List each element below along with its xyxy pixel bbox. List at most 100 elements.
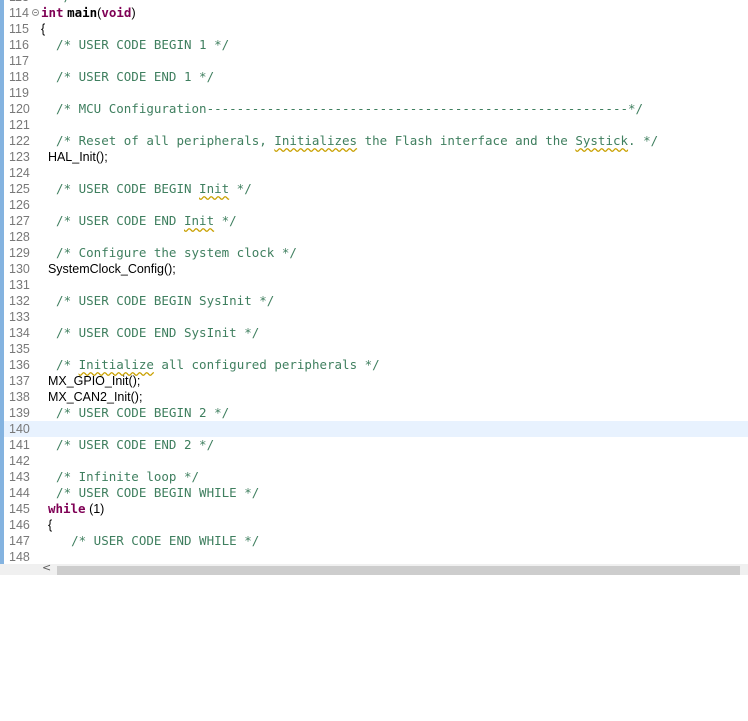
line-number: 119	[9, 86, 29, 100]
code-comment: all configured peripherals */	[153, 357, 380, 372]
code-line[interactable]: 114 int main(void)	[0, 5, 748, 21]
change-marker	[0, 421, 4, 437]
code-text: MX_CAN2_Init();	[41, 389, 142, 405]
code-line[interactable]: 117	[0, 53, 748, 69]
change-marker	[0, 5, 4, 21]
code-line[interactable]: 139 /* USER CODE BEGIN 2 */	[0, 405, 748, 421]
code-line[interactable]: 144 /* USER CODE BEGIN WHILE */	[0, 485, 748, 501]
code-line[interactable]: 120 /* MCU Configuration----------------…	[0, 101, 748, 117]
change-marker	[0, 357, 4, 373]
line-number: 134	[9, 326, 30, 340]
code-keyword: void	[101, 5, 132, 20]
code-line[interactable]: 134 /* USER CODE END SysInit */	[0, 325, 748, 341]
code-line[interactable]: 124	[0, 165, 748, 181]
code-line[interactable]: 126	[0, 197, 748, 213]
line-number: 124	[9, 166, 30, 180]
line-number: 116	[9, 38, 29, 52]
function-name: main	[67, 5, 98, 20]
code-comment: /* USER CODE BEGIN WHILE */	[41, 485, 260, 500]
code-comment: /* MCU Configuration--------------------…	[41, 101, 644, 116]
code-text: /* Reset of all peripherals, Initializes…	[41, 133, 658, 149]
chevron-left-icon[interactable]: <	[42, 561, 52, 575]
line-number: 147	[9, 534, 30, 548]
line-number: 127	[9, 214, 30, 228]
change-marker	[0, 517, 4, 533]
code-line[interactable]: 138 MX_CAN2_Init();	[0, 389, 748, 405]
code-token: (1)	[85, 502, 105, 516]
scrollbar-thumb[interactable]	[57, 566, 740, 575]
code-line[interactable]: 145 while (1)	[0, 501, 748, 517]
code-text: /* Infinite loop */	[41, 469, 199, 485]
change-marker	[0, 101, 4, 117]
code-line[interactable]: 143 /* Infinite loop */	[0, 469, 748, 485]
line-number: 146	[9, 518, 30, 532]
code-comment: /* USER CODE END WHILE */	[41, 533, 260, 548]
code-text: /* MCU Configuration--------------------…	[41, 101, 643, 117]
spelling-warning: Init	[184, 213, 215, 228]
spelling-warning: Init	[199, 181, 230, 196]
code-line[interactable]: 148	[0, 549, 748, 565]
change-marker	[0, 197, 4, 213]
code-line[interactable]: 132 /* USER CODE BEGIN SysInit */	[0, 293, 748, 309]
code-line[interactable]: 127 /* USER CODE END Init */	[0, 213, 748, 229]
code-line[interactable]: 146 {	[0, 517, 748, 533]
code-line[interactable]: 129 /* Configure the system clock */	[0, 245, 748, 261]
code-line[interactable]: 137 MX_GPIO_Init();	[0, 373, 748, 389]
code-text: /* USER CODE BEGIN 2 */	[41, 405, 229, 421]
change-marker	[0, 53, 4, 69]
code-line[interactable]: 115 {	[0, 21, 748, 37]
change-marker	[0, 437, 4, 453]
change-marker	[0, 469, 4, 485]
line-number: 118	[9, 70, 29, 84]
code-comment: */	[214, 213, 237, 228]
line-number: 126	[9, 198, 30, 212]
code-token: SystemClock_Config();	[41, 262, 176, 276]
code-line[interactable]: 125 /* USER CODE BEGIN Init */	[0, 181, 748, 197]
code-text: int main(void)	[41, 5, 136, 21]
line-number: 131	[9, 278, 30, 292]
code-comment: /*	[41, 357, 79, 372]
code-line[interactable]: 136 /* Initialize all configured periphe…	[0, 357, 748, 373]
code-comment: /* USER CODE BEGIN 1 */	[41, 37, 230, 52]
change-marker	[0, 277, 4, 293]
code-line[interactable]: 119	[0, 85, 748, 101]
code-line[interactable]: 128	[0, 229, 748, 245]
code-comment: /* USER CODE BEGIN 2 */	[41, 405, 230, 420]
code-comment: /* Infinite loop */	[41, 469, 200, 484]
spelling-warning: Systick	[575, 133, 629, 148]
change-marker	[0, 181, 4, 197]
change-marker	[0, 245, 4, 261]
code-line[interactable]: 123 HAL_Init();	[0, 149, 748, 165]
line-number: 137	[9, 374, 30, 388]
code-line[interactable]: 122 /* Reset of all peripherals, Initial…	[0, 133, 748, 149]
horizontal-scrollbar[interactable]: <	[0, 561, 748, 575]
code-text: /* Initialize all configured peripherals…	[41, 357, 380, 373]
line-number: 141	[9, 438, 30, 452]
code-line[interactable]: 133	[0, 309, 748, 325]
line-number: 145	[9, 502, 30, 516]
code-editor[interactable]: 113 */114int main(void)115{116 /* USER C…	[0, 0, 748, 575]
code-line[interactable]: 121	[0, 117, 748, 133]
code-line[interactable]: 118 /* USER CODE END 1 */	[0, 69, 748, 85]
line-number: 144	[9, 486, 30, 500]
code-text: /* USER CODE END WHILE */	[41, 533, 259, 549]
code-line[interactable]: 135	[0, 341, 748, 357]
code-line[interactable]: 130 SystemClock_Config();	[0, 261, 748, 277]
code-text: /* USER CODE BEGIN WHILE */	[41, 485, 259, 501]
spelling-warning: Initialize	[78, 357, 154, 372]
line-number: 148	[9, 550, 30, 564]
code-line[interactable]: 131	[0, 277, 748, 293]
code-line[interactable]: 141 /* USER CODE END 2 */	[0, 437, 748, 453]
code-keyword: while	[47, 501, 86, 516]
fold-collapse-icon[interactable]	[32, 9, 39, 16]
change-marker	[0, 341, 4, 357]
code-line[interactable]: 147 /* USER CODE END WHILE */	[0, 533, 748, 549]
code-token: MX_CAN2_Init();	[41, 390, 143, 404]
code-text: HAL_Init();	[41, 149, 108, 165]
code-text: {	[41, 517, 52, 533]
code-line[interactable]: 142	[0, 453, 748, 469]
current-line[interactable]: 140	[0, 421, 748, 437]
code-comment: /* USER CODE END 1 */	[41, 69, 215, 84]
code-line[interactable]: 116 /* USER CODE BEGIN 1 */	[0, 37, 748, 53]
